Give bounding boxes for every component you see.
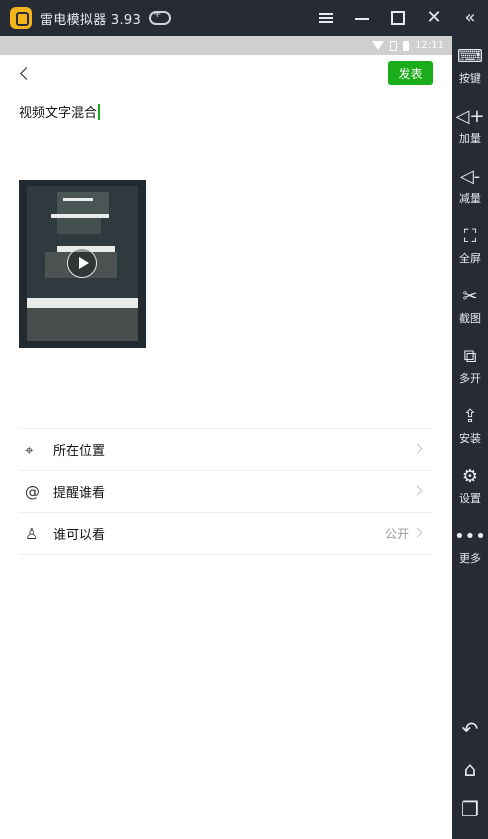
sidebar-item-volume-up[interactable]: ◁+ 加量 [452,104,488,160]
phone-screen: 12:11 发表 视频文字混合 ⌖ 所在位置 @ 提醒谁看 ♙ 谁可以看 公开 [0,36,452,839]
option-location[interactable]: ⌖ 所在位置 [19,429,433,471]
wifi-icon [372,41,385,50]
gear-icon: ⚙ [461,466,479,487]
collapse-sidebar-icon[interactable]: « [452,6,488,30]
video-block [57,218,101,234]
sidebar-item-install[interactable]: ⇪ 安装 [452,404,488,460]
recent-apps-icon[interactable]: ❐ [452,794,488,824]
video-block [57,192,109,214]
option-mention[interactable]: @ 提醒谁看 [19,471,433,513]
play-icon[interactable] [67,248,97,278]
android-status-bar: 12:11 [0,36,452,55]
sidebar-item-multi-open[interactable]: ⧉ 多开 [452,344,488,400]
sidebar-item-volume-down[interactable]: ◁- 减量 [452,164,488,220]
sidebar-item-more[interactable]: ••• 更多 [452,524,488,580]
video-block [51,214,109,218]
minimize-icon [355,18,369,20]
sidebar-item-label: 安装 [459,432,481,445]
scissors-icon: ✂ [462,286,478,307]
chevron-left-icon [19,66,33,80]
sidebar-item-label: 加量 [459,132,481,145]
option-label: 所在位置 [53,444,106,459]
close-icon: ✕ [426,7,442,28]
more-dots-icon: ••• [454,526,486,547]
sidebar-item-label: 减量 [459,192,481,205]
text-cursor [98,104,100,120]
emulator-window: 雷电模拟器 3.93 ✕ « ⌨ 按键 ◁+ 加量 [0,0,488,839]
sim-icon [390,40,398,51]
emulator-sidebar: « ⌨ 按键 ◁+ 加量 ◁- 减量 ⛶ 全屏 ✂ 截图 ⧉ 多开 ⇪ 安装 ⚙… [452,0,488,839]
at-icon: @ [25,482,40,501]
minimize-button[interactable] [344,0,380,36]
back-nav-icon[interactable]: ↶ [452,714,488,744]
person-icon: ♙ [25,524,39,543]
menu-icon[interactable] [308,0,344,36]
post-text-input[interactable]: 视频文字混合 [19,102,100,121]
sidebar-item-label: 多开 [459,372,481,385]
sidebar-item-keys[interactable]: ⌨ 按键 [452,44,488,100]
volume-down-icon: ◁- [459,166,481,187]
post-options-list: ⌖ 所在位置 @ 提醒谁看 ♙ 谁可以看 公开 [19,428,433,555]
maximize-button[interactable] [380,0,416,36]
sidebar-item-label: 更多 [459,552,481,565]
video-thumbnail[interactable] [19,180,146,348]
battery-icon [403,40,410,51]
option-label: 谁可以看 [53,528,106,543]
video-block [27,298,138,308]
status-time: 12:11 [415,40,444,51]
sidebar-item-label: 设置 [459,492,481,505]
sidebar-item-fullscreen[interactable]: ⛶ 全屏 [452,224,488,280]
fullscreen-icon: ⛶ [463,226,477,247]
close-button[interactable]: ✕ [416,0,452,36]
keyboard-icon: ⌨ [457,46,483,67]
location-pin-icon: ⌖ [25,440,34,459]
sidebar-item-screenshot[interactable]: ✂ 截图 [452,284,488,340]
sidebar-item-label: 截图 [459,312,481,325]
option-visibility[interactable]: ♙ 谁可以看 公开 [19,513,433,555]
post-text: 视频文字混合 [19,106,98,121]
multi-open-icon: ⧉ [463,346,477,367]
composer-header: 发表 [0,55,452,91]
volume-up-icon: ◁+ [455,106,485,127]
emulator-titlebar: 雷电模拟器 3.93 ✕ [0,0,452,36]
gamepad-icon[interactable] [149,9,172,25]
sidebar-item-label: 按键 [459,72,481,85]
back-button[interactable] [14,63,34,83]
sidebar-item-label: 全屏 [459,252,481,265]
video-block [27,308,138,341]
chevron-right-icon [412,527,423,538]
chevron-right-icon [412,485,423,496]
app-title: 雷电模拟器 3.93 [40,12,142,28]
video-block [63,198,93,201]
option-label: 提醒谁看 [53,486,106,501]
app-logo-icon [10,7,32,29]
home-nav-icon[interactable]: ⌂ [452,754,488,784]
chevron-right-icon [412,443,423,454]
apk-install-icon: ⇪ [462,406,478,427]
window-controls: ✕ [308,0,452,36]
option-value: 公开 [384,527,409,541]
maximize-icon [391,11,405,25]
sidebar-item-settings[interactable]: ⚙ 设置 [452,464,488,520]
publish-button[interactable]: 发表 [388,61,433,85]
